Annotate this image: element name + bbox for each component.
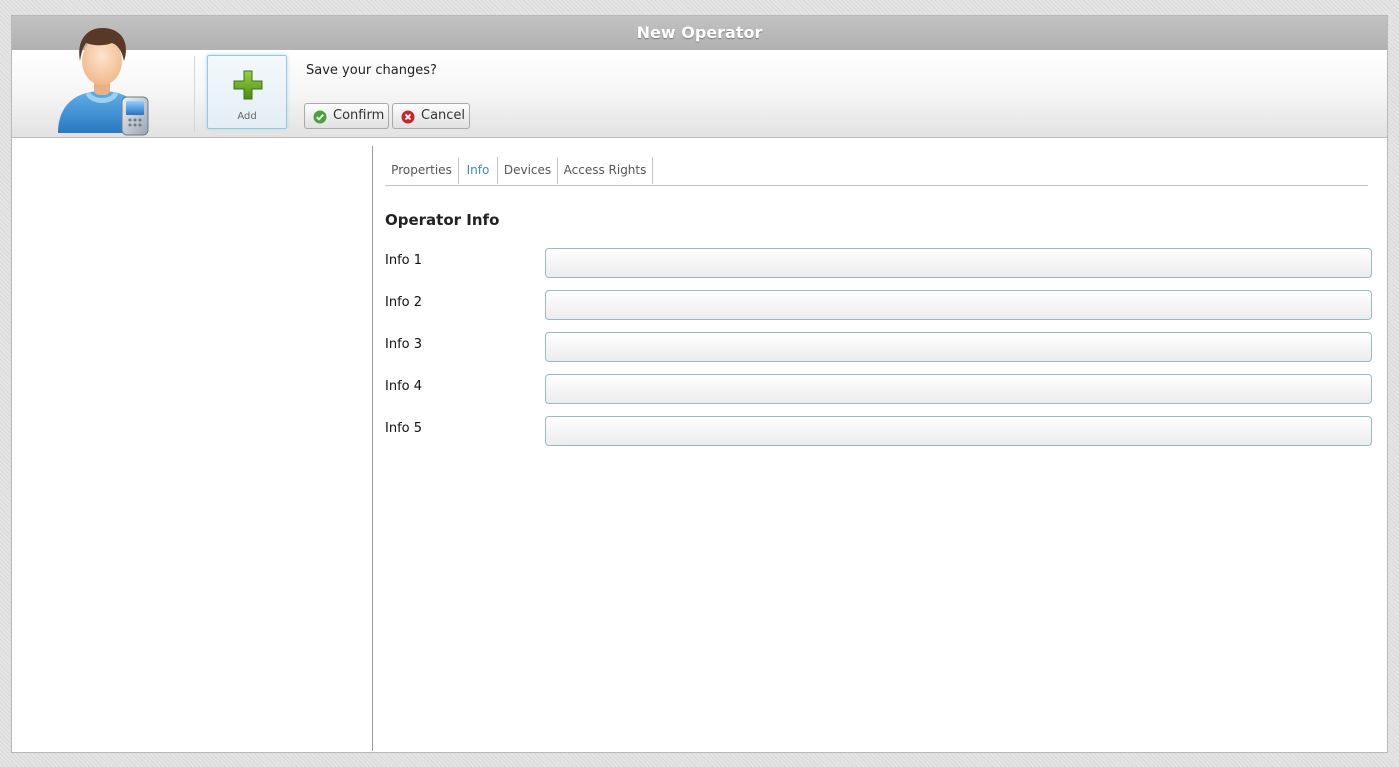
field-row-info-3: Info 3	[385, 332, 1373, 362]
info-1-input[interactable]	[545, 248, 1372, 278]
toolbar: Add Save your changes? Confirm Cancel	[12, 27, 1387, 138]
info-2-input[interactable]	[545, 290, 1372, 320]
field-row-info-1: Info 1	[385, 248, 1373, 278]
left-pane	[12, 138, 372, 752]
pane-divider	[372, 146, 373, 751]
operator-window: New Operator Add Save your changes? Conf…	[11, 15, 1388, 753]
add-label: Add	[237, 111, 257, 122]
cancel-button[interactable]: Cancel	[392, 103, 470, 129]
tab-access-rights[interactable]: Access Rights	[558, 157, 653, 184]
field-label: Info 5	[385, 421, 423, 436]
tab-bar: Properties Info Devices Access Rights	[385, 157, 1368, 186]
toolbar-separator	[194, 56, 195, 132]
green-plus-icon	[233, 70, 263, 104]
field-label: Info 3	[385, 337, 423, 352]
confirm-button[interactable]: Confirm	[304, 103, 389, 129]
tab-properties[interactable]: Properties	[385, 157, 459, 184]
field-row-info-5: Info 5	[385, 416, 1373, 446]
tab-info[interactable]: Info	[459, 157, 498, 184]
window-title: New Operator	[12, 16, 1387, 50]
operator-avatar-icon	[52, 21, 162, 136]
field-row-info-2: Info 2	[385, 290, 1373, 320]
add-button[interactable]: Add	[207, 55, 287, 129]
info-4-input[interactable]	[545, 374, 1372, 404]
x-circle-icon	[401, 109, 415, 133]
confirm-label: Confirm	[333, 108, 385, 123]
field-label: Info 4	[385, 379, 423, 394]
check-circle-icon	[313, 109, 327, 133]
field-label: Info 1	[385, 253, 423, 268]
save-prompt: Save your changes?	[306, 63, 437, 78]
field-row-info-4: Info 4	[385, 374, 1373, 404]
field-label: Info 2	[385, 295, 423, 310]
info-3-input[interactable]	[545, 332, 1372, 362]
section-title: Operator Info	[385, 211, 500, 229]
info-5-input[interactable]	[545, 416, 1372, 446]
cancel-label: Cancel	[421, 108, 466, 123]
tab-devices[interactable]: Devices	[498, 157, 558, 184]
